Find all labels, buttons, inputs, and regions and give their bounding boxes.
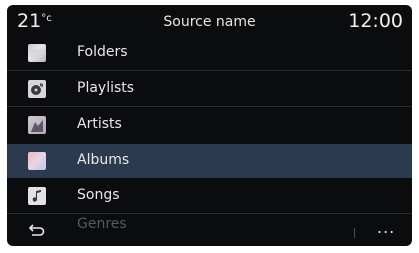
- back-arrow-icon[interactable]: [27, 221, 47, 239]
- list-item-artists[interactable]: Artists: [7, 108, 412, 142]
- list-item-label: Albums: [77, 152, 130, 168]
- clock: 12:00: [348, 10, 403, 32]
- row-divider: [7, 70, 412, 71]
- row-divider: [7, 106, 412, 107]
- playlist-thumbnail-icon: [28, 80, 46, 98]
- list-item-folders[interactable]: Folders: [7, 36, 412, 70]
- list-item-label: Artists: [77, 116, 122, 132]
- artist-thumbnail-icon: [28, 116, 46, 134]
- more-options-button[interactable]: ...: [377, 218, 395, 237]
- screen-frame: 21°c Source name 12:00 Folders Playlists: [0, 0, 419, 253]
- list-item-songs[interactable]: Songs: [7, 179, 412, 213]
- media-browser-panel: 21°c Source name 12:00 Folders Playlists: [7, 5, 412, 246]
- song-thumbnail-icon: [28, 187, 46, 205]
- status-bar: 21°c Source name 12:00: [7, 5, 412, 37]
- list-item-playlists[interactable]: Playlists: [7, 72, 412, 106]
- folder-thumbnail-icon: [28, 44, 46, 62]
- list-item-label: Playlists: [77, 80, 135, 96]
- list-item-albums[interactable]: Albums: [7, 144, 412, 178]
- toolbar-separator: [354, 228, 355, 238]
- bottom-toolbar: ...: [7, 214, 412, 246]
- list-item-label: Songs: [77, 187, 120, 203]
- list-item-label: Folders: [77, 44, 128, 60]
- album-thumbnail-icon: [28, 152, 46, 170]
